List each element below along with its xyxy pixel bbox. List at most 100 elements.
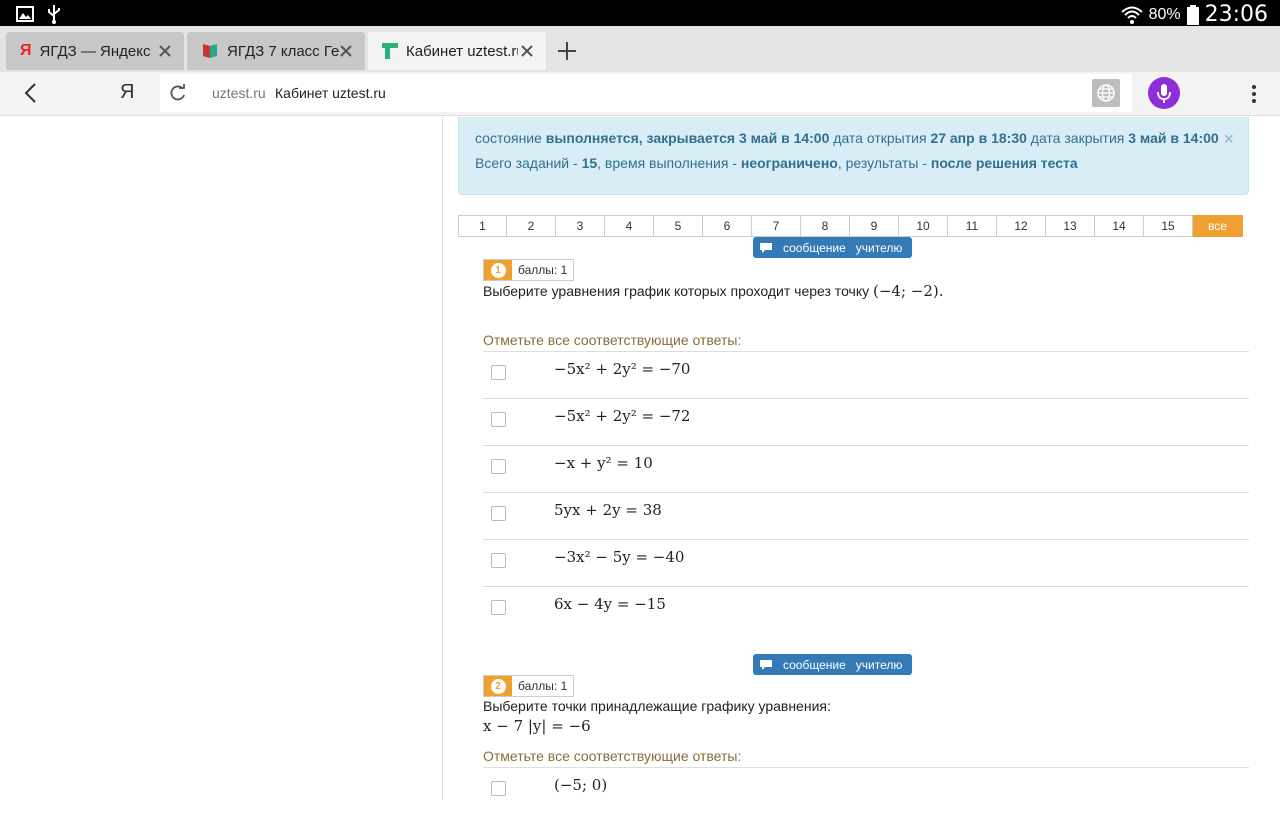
answer-checkbox[interactable] — [491, 459, 506, 474]
total-value: 15 — [581, 155, 598, 171]
tab-title: Кабинет uztest.ru — [406, 42, 518, 60]
question-pager: 1 2 3 4 5 6 7 8 9 10 11 12 13 14 15 все — [458, 215, 1243, 237]
back-arrow-icon[interactable] — [20, 82, 42, 104]
pager-item[interactable]: 2 — [507, 215, 556, 237]
tab-title: ЯГДЗ — Яндекс: — [39, 42, 152, 60]
pager-item[interactable]: 3 — [556, 215, 605, 237]
close-icon[interactable] — [337, 42, 355, 60]
score-badge: 1 баллы: 1 — [483, 259, 575, 281]
microphone-icon[interactable] — [1148, 77, 1180, 109]
answer-option[interactable]: −x + y² = 10 — [483, 446, 1249, 493]
url-page-title: Кабинет uztest.ru — [275, 85, 386, 101]
answer-option[interactable]: −3x² − 5y = −40 — [483, 540, 1249, 587]
answer-checkbox[interactable] — [491, 365, 506, 380]
pager-item[interactable]: 9 — [850, 215, 899, 237]
answer-option[interactable]: −5x² + 2y² = −70 — [483, 352, 1249, 399]
answer-formula: 5yx + 2y = 38 — [554, 501, 662, 519]
pager-item[interactable]: 14 — [1095, 215, 1144, 237]
answer-formula: −3x² − 5y = −40 — [554, 548, 685, 566]
close-date-value: 3 май в 14:00 — [1128, 130, 1219, 146]
question-number-text: 2 — [490, 678, 506, 694]
tab-yandex[interactable]: Я ЯГДЗ — Яндекс: — [6, 32, 184, 70]
results-value: после решения теста — [930, 155, 1078, 171]
open-date-label: дата открытия — [833, 130, 927, 146]
message-teacher-button[interactable]: сообщение учителю — [753, 237, 912, 258]
tab-gdz[interactable]: ЯГДЗ 7 класс Ге — [187, 32, 365, 70]
message-teacher-label: сообщение учителю — [783, 657, 903, 672]
answer-formula: (−5; 0) — [554, 776, 608, 794]
clock: 23:06 — [1204, 2, 1268, 27]
tab-strip: Я ЯГДЗ — Яндекс: ЯГДЗ 7 класс Ге Кабинет… — [0, 26, 1280, 72]
question-equation: x − 7 |y| = −6 — [483, 717, 591, 735]
message-teacher-label: сообщение учителю — [783, 240, 903, 255]
answer-option[interactable]: (−5; 0) — [483, 768, 1249, 815]
new-tab-icon[interactable] — [552, 36, 582, 66]
answer-hint: Отметьте все соответствующие ответы: — [483, 748, 742, 764]
answer-checkbox[interactable] — [491, 553, 506, 568]
answer-formula: −5x² + 2y² = −72 — [554, 407, 691, 425]
pager-item[interactable]: 8 — [801, 215, 850, 237]
battery-icon — [1186, 4, 1199, 25]
answer-formula: 6x − 4y = −15 — [554, 595, 666, 613]
summary-line: Всего заданий - 15, время выполнения - н… — [475, 155, 1078, 171]
yandex-icon: Я — [20, 42, 32, 59]
url-domain: uztest.ru — [212, 85, 266, 101]
chat-bubble-icon — [760, 659, 772, 670]
usb-icon — [48, 5, 60, 24]
close-icon[interactable] — [518, 42, 536, 60]
pager-item[interactable]: 7 — [752, 215, 801, 237]
question-number: 1 — [484, 260, 512, 280]
question-text: Выберите уравнения график которых проход… — [483, 282, 944, 300]
answer-formula: −x + y² = 10 — [554, 454, 653, 472]
question-number-text: 1 — [490, 262, 506, 278]
reload-icon[interactable] — [168, 83, 188, 103]
status-value: выполняется, закрывается 3 май в 14:00 — [545, 130, 830, 146]
pager-item[interactable]: 4 — [605, 215, 654, 237]
answer-option[interactable]: −5x² + 2y² = −72 — [483, 399, 1249, 446]
uztest-icon — [382, 43, 398, 59]
pager-item[interactable]: 11 — [948, 215, 997, 237]
tab-uztest[interactable]: Кабинет uztest.ru — [368, 32, 546, 70]
yandex-button[interactable]: Я — [120, 81, 134, 104]
pager-item[interactable]: 10 — [899, 215, 948, 237]
time-label: , время выполнения - — [597, 155, 737, 171]
book-icon — [203, 44, 217, 58]
score-label: баллы: 1 — [518, 679, 568, 693]
chat-bubble-icon — [760, 242, 772, 253]
wifi-icon — [1120, 6, 1143, 24]
pager-item[interactable]: 5 — [654, 215, 703, 237]
more-menu-icon[interactable] — [1250, 84, 1258, 104]
pager-item[interactable]: 12 — [997, 215, 1046, 237]
question-text: Выберите точки принадлежащие графику ура… — [483, 698, 831, 714]
score-badge: 2 баллы: 1 — [483, 675, 575, 697]
answer-option[interactable]: 6x − 4y = −15 — [483, 587, 1249, 634]
answer-formula: −5x² + 2y² = −70 — [554, 360, 691, 378]
tab-title: ЯГДЗ 7 класс Ге — [227, 42, 339, 60]
total-label: Всего заданий - — [475, 155, 578, 171]
answer-list: (−5; 0) — [483, 767, 1249, 815]
status-line: состояние выполняется, закрывается 3 май… — [475, 130, 1219, 146]
globe-icon[interactable] — [1092, 79, 1120, 107]
time-value: неограничено — [740, 155, 838, 171]
close-date-label: дата закрытия — [1030, 130, 1125, 146]
pager-item[interactable]: 6 — [703, 215, 752, 237]
question-prompt: Выберите уравнения график которых проход… — [483, 283, 874, 299]
close-icon[interactable] — [156, 42, 174, 60]
omnibox[interactable]: uztest.ru Кабинет uztest.ru — [160, 74, 1132, 112]
close-alert-button[interactable]: × — [1223, 129, 1234, 150]
open-date-value: 27 апр в 18:30 — [930, 130, 1027, 146]
message-teacher-button[interactable]: сообщение учителю — [753, 654, 912, 675]
pager-item[interactable]: 1 — [458, 215, 507, 237]
pager-item[interactable]: все — [1193, 215, 1243, 237]
status-label: состояние — [475, 130, 542, 146]
answer-checkbox[interactable] — [491, 781, 506, 796]
answer-checkbox[interactable] — [491, 506, 506, 521]
results-label: , результаты - — [837, 155, 927, 171]
answer-checkbox[interactable] — [491, 412, 506, 427]
pager-item[interactable]: 15 — [1144, 215, 1193, 237]
pager-item[interactable]: 13 — [1046, 215, 1095, 237]
answer-checkbox[interactable] — [491, 600, 506, 615]
left-column — [0, 117, 443, 800]
gallery-icon — [16, 6, 34, 22]
answer-option[interactable]: 5yx + 2y = 38 — [483, 493, 1249, 540]
